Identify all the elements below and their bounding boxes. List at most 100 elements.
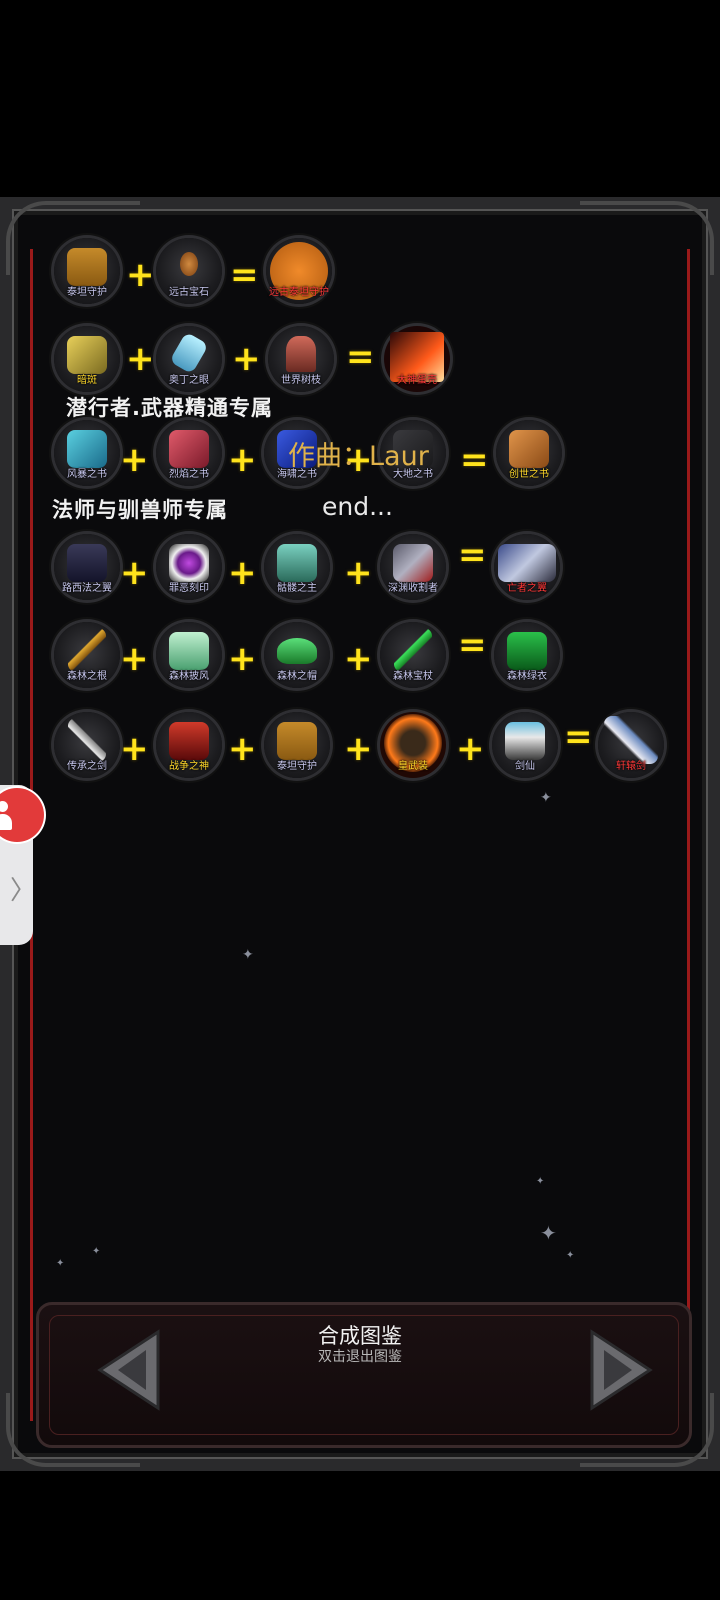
item-art — [286, 336, 316, 372]
star: ✦ — [566, 1250, 575, 1261]
item-label: 路西法之翼 — [62, 583, 112, 594]
plus-operator: + — [120, 729, 149, 769]
recipe-item[interactable]: 森林之帽 — [264, 622, 330, 688]
plus-operator: + — [120, 553, 149, 593]
class-restriction-note: 潜行者.武器精通专属 — [66, 396, 273, 420]
plus-operator: + — [228, 440, 257, 480]
recipe-item[interactable]: 深渊收割者 — [380, 534, 446, 600]
item-label: 世界树枝 — [281, 375, 321, 386]
panel-inner-border — [30, 249, 690, 1421]
item-art — [277, 722, 317, 760]
plus-operator: + — [228, 639, 257, 679]
plus-operator: + — [344, 639, 373, 679]
recipe-item[interactable]: 烈焰之书 — [156, 420, 222, 486]
recipe-item[interactable]: 皇武装 — [380, 712, 446, 778]
item-art — [67, 430, 107, 468]
corner-ornament — [580, 201, 714, 275]
plus-operator: + — [228, 553, 257, 593]
class-restriction-note: 法师与驯兽师专属 — [52, 498, 228, 522]
item-label: 森林之根 — [67, 671, 107, 682]
chevron-right-icon[interactable]: 〉 — [10, 870, 36, 907]
person-head — [0, 801, 8, 812]
recipe-result[interactable]: 大神蛋壳 — [384, 326, 450, 392]
item-art — [498, 544, 556, 582]
item-art — [509, 430, 549, 468]
item-label: 骷髅之主 — [277, 583, 317, 594]
item-label: 创世之书 — [509, 469, 549, 480]
item-art — [68, 628, 106, 672]
item-art — [180, 252, 198, 276]
star: ✦ — [540, 1221, 557, 1245]
recipe-item[interactable]: 森林宝杖 — [380, 622, 446, 688]
recipe-result[interactable]: 轩辕剑 — [598, 712, 664, 778]
equals-operator: = — [230, 255, 259, 295]
plus-operator: + — [344, 729, 373, 769]
recipe-item[interactable]: 泰坦守护 — [264, 712, 330, 778]
recipe-panel — [0, 197, 720, 1471]
plus-operator: + — [344, 553, 373, 593]
recipe-item[interactable]: 奥丁之眼 — [156, 326, 222, 392]
item-label: 剑仙 — [515, 761, 535, 772]
item-label: 暗斑 — [77, 375, 97, 386]
recipe-item[interactable]: 战争之神 — [156, 712, 222, 778]
equals-operator: = — [458, 625, 487, 665]
item-label: 森林宝杖 — [393, 671, 433, 682]
recipe-result[interactable]: 远古泰坦守护 — [266, 238, 332, 304]
recipe-item[interactable]: 远古宝石 — [156, 238, 222, 304]
item-label: 森林披风 — [169, 671, 209, 682]
equals-operator: = — [460, 440, 489, 480]
recipe-item[interactable]: 罪恶刻印 — [156, 534, 222, 600]
item-label: 泰坦守护 — [277, 761, 317, 772]
item-art — [169, 544, 209, 582]
item-art — [393, 544, 433, 582]
recipe-item[interactable]: 森林之根 — [54, 622, 120, 688]
star: ✦ — [242, 947, 254, 963]
plus-operator: + — [456, 729, 485, 769]
item-label: 风暴之书 — [67, 469, 107, 480]
item-art — [169, 430, 209, 468]
recipe-item[interactable]: 传承之剑 — [54, 712, 120, 778]
plus-operator: + — [120, 440, 149, 480]
person-body — [0, 814, 12, 830]
item-label: 森林之帽 — [277, 671, 317, 682]
item-label: 罪恶刻印 — [169, 583, 209, 594]
plus-operator: + — [120, 639, 149, 679]
item-label: 森林绿衣 — [507, 671, 547, 682]
prev-page-button[interactable] — [96, 1328, 166, 1412]
next-page-button[interactable] — [584, 1328, 654, 1412]
item-label: 远古泰坦守护 — [269, 287, 329, 298]
recipe-result[interactable]: 森林绿衣 — [494, 622, 560, 688]
recipe-item[interactable]: 骷髅之主 — [264, 534, 330, 600]
lyrics-overlay-credit: 作曲：Laur — [288, 441, 429, 472]
recipe-item[interactable]: 世界树枝 — [268, 326, 334, 392]
recipe-item[interactable]: 路西法之翼 — [54, 534, 120, 600]
item-label: 传承之剑 — [67, 761, 107, 772]
item-label: 远古宝石 — [169, 287, 209, 298]
item-art — [67, 336, 107, 374]
recipe-item[interactable]: 泰坦守护 — [54, 238, 120, 304]
item-art — [67, 248, 107, 286]
star: ✦ — [92, 1246, 101, 1257]
recipe-result[interactable]: 创世之书 — [496, 420, 562, 486]
item-art — [68, 718, 106, 762]
recipe-item[interactable]: 剑仙 — [492, 712, 558, 778]
item-art — [277, 638, 317, 664]
item-label: 皇武装 — [398, 761, 428, 772]
item-art — [67, 544, 107, 582]
item-art — [277, 544, 317, 582]
plus-operator: + — [228, 729, 257, 769]
item-art — [394, 628, 432, 672]
star: ✦ — [540, 790, 552, 806]
star: ✦ — [56, 1258, 65, 1269]
item-label: 大神蛋壳 — [397, 375, 437, 386]
recipe-item[interactable]: 森林披风 — [156, 622, 222, 688]
equals-operator: = — [458, 535, 487, 575]
equals-operator: = — [564, 717, 593, 757]
item-art — [169, 722, 209, 760]
recipe-result[interactable]: 亡者之翼 — [494, 534, 560, 600]
equals-operator: = — [346, 337, 375, 377]
recipe-item[interactable]: 暗斑 — [54, 326, 120, 392]
item-label: 烈焰之书 — [169, 469, 209, 480]
item-label: 战争之神 — [169, 761, 209, 772]
recipe-item[interactable]: 风暴之书 — [54, 420, 120, 486]
